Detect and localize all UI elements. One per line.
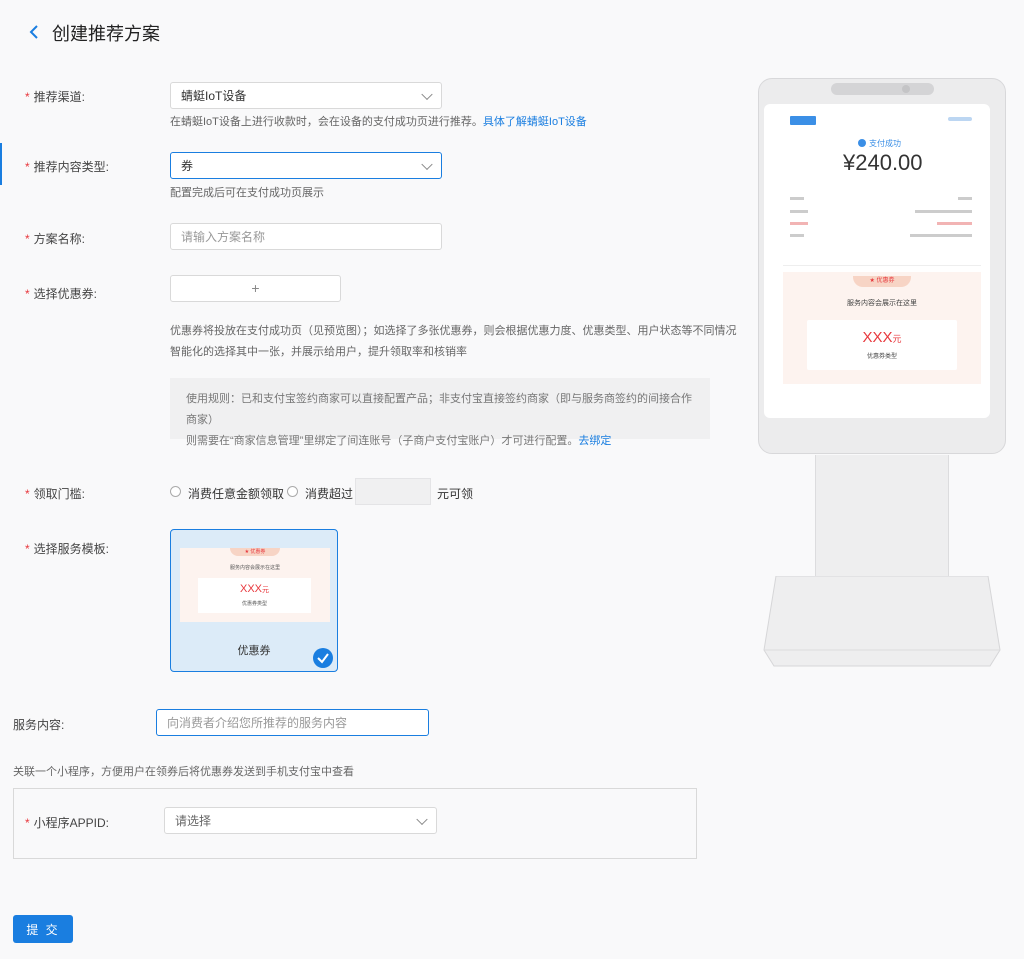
device-base (762, 575, 1002, 668)
learn-more-link[interactable]: 具体了解蜻蜓IoT设备 (483, 116, 587, 128)
device-stand (815, 455, 949, 576)
receipt-line (790, 234, 804, 237)
threshold-amount-input[interactable] (355, 478, 431, 505)
threshold-any-label: 消费任意金额领取 (188, 487, 285, 501)
channel-select[interactable]: 蜻蜓IoT设备 (170, 82, 442, 109)
check-icon (313, 648, 333, 668)
chevron-down-icon (421, 158, 433, 170)
chevron-left-icon[interactable] (28, 22, 42, 42)
coupon-label: * 选择优惠券: (25, 287, 98, 301)
template-thumb-banner: ★ 优惠券 (230, 548, 280, 556)
preview-close (948, 117, 972, 121)
coupon-description: 优惠券将投放在支付成功页（见预览图）；如选择了多张优惠券，则会根据优惠力度、优惠… (170, 325, 737, 358)
success-icon (858, 139, 866, 147)
plan-name-placeholder: 请输入方案名称 (181, 230, 266, 244)
receipt-line (790, 210, 808, 213)
plan-name-input[interactable]: 请输入方案名称 (170, 223, 442, 250)
appid-label: * 小程序APPID: (25, 816, 110, 830)
service-content-label: 服务内容: (13, 718, 65, 732)
mini-program-intro: 关联一个小程序，方便用户在领券后将优惠券发送到手机支付宝中查看 (13, 766, 354, 778)
service-content-input[interactable]: 向消费者介绍您所推荐的服务内容 (156, 709, 429, 736)
threshold-label: * 领取门槛: (25, 487, 86, 501)
preview-coupon-title: 服务内容会展示在这里 (847, 300, 917, 307)
content-type-label: * 推荐内容类型: (25, 160, 110, 174)
template-label: * 选择服务模板: (25, 542, 110, 556)
preview-amount: ¥240.00 (843, 150, 923, 175)
threshold-over-radio[interactable] (287, 486, 298, 497)
submit-button[interactable]: 提 交 (13, 915, 73, 943)
plus-icon: + (251, 280, 260, 296)
channel-label: * 推荐渠道: (25, 90, 86, 104)
service-content-placeholder: 向消费者介绍您所推荐的服务内容 (167, 716, 348, 730)
appid-placeholder: 请选择 (175, 814, 212, 828)
receipt-line (790, 197, 804, 200)
preview-coupon-amount: XXX元 (862, 329, 902, 346)
threshold-suffix: 元可领 (437, 487, 474, 501)
channel-select-value: 蜻蜓IoT设备 (181, 89, 247, 103)
template-thumb-amount: XXX元 (239, 583, 269, 595)
threshold-any-radio[interactable] (170, 486, 181, 497)
content-type-hint: 配置完成后可在支付成功页展示 (170, 187, 324, 199)
receipt-line (915, 210, 972, 213)
page-title: 创建推荐方案 (52, 24, 160, 44)
preview-logo (790, 116, 816, 125)
add-coupon-button[interactable]: + (170, 275, 341, 302)
active-row-indicator (0, 143, 2, 185)
content-type-select[interactable]: 券 (170, 152, 442, 179)
divider (783, 265, 981, 266)
receipt-line (790, 222, 808, 225)
appid-select[interactable]: 请选择 (164, 807, 437, 834)
chevron-down-icon (416, 813, 428, 825)
preview-coupon-type: 优惠券类型 (866, 354, 897, 360)
chevron-down-icon (421, 88, 433, 100)
device-speaker (831, 83, 934, 95)
template-thumb-title: 服务内容会展示在这里 (229, 565, 280, 571)
content-type-value: 券 (181, 159, 194, 173)
bind-account-link[interactable]: 去绑定 (578, 435, 611, 447)
preview-coupon-banner: ★ 优惠券 (853, 276, 911, 287)
receipt-line (958, 197, 972, 200)
device-camera (902, 85, 910, 93)
plan-name-label: * 方案名称: (25, 232, 86, 246)
threshold-over-label: 消费超过 (305, 487, 354, 501)
usage-rules-box: 使用规则：已和支付宝签约商家可以直接配置产品；非支付宝直接签约商家（即与服务商签… (170, 378, 710, 447)
receipt-line (937, 222, 972, 225)
template-thumb-type: 优惠券类型 (241, 601, 267, 607)
preview-status: 支付成功 (869, 139, 901, 148)
receipt-line (910, 234, 972, 237)
channel-hint: 在蜻蜓IoT设备上进行收款时，会在设备的支付成功页进行推荐。具体了解蜻蜓IoT设… (170, 116, 587, 128)
